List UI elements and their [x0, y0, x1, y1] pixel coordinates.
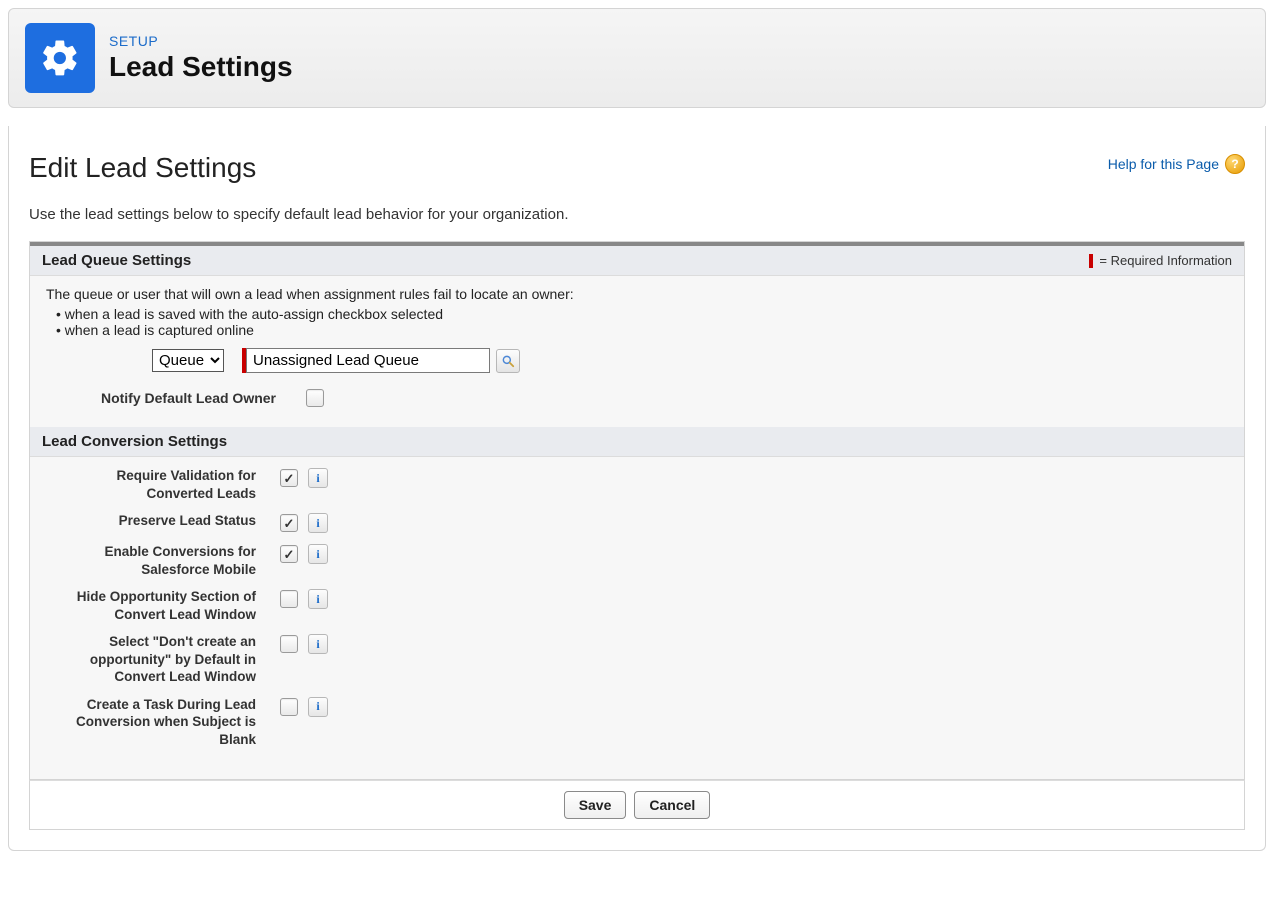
conversion-label: Hide Opportunity Section of Convert Lead…	[46, 588, 280, 623]
conversion-controls: i	[280, 543, 328, 564]
conversion-label: Enable Conversions for Salesforce Mobile	[46, 543, 280, 578]
conversion-row: Enable Conversions for Salesforce Mobile…	[46, 543, 1228, 578]
queue-section-header: Lead Queue Settings = Required Informati…	[30, 246, 1244, 276]
conversion-checkbox[interactable]	[280, 469, 298, 487]
notify-checkbox[interactable]	[306, 389, 324, 407]
owner-type-select[interactable]: Queue	[152, 349, 224, 372]
header-title: Lead Settings	[109, 51, 293, 83]
conversion-row: Preserve Lead Status i	[46, 512, 1228, 533]
notify-row: Notify Default Lead Owner	[46, 389, 1228, 407]
conversion-section-body: Require Validation for Converted LeadsiP…	[30, 457, 1244, 779]
gear-icon	[25, 23, 95, 93]
queue-section-body: The queue or user that will own a lead w…	[30, 276, 1244, 427]
info-button[interactable]: i	[308, 697, 328, 717]
conversion-checkbox[interactable]	[280, 590, 298, 608]
info-button[interactable]: i	[308, 634, 328, 654]
conversion-controls: i	[280, 633, 328, 654]
queue-bullet-2: • when a lead is captured online	[56, 322, 1228, 338]
cancel-button[interactable]: Cancel	[634, 791, 710, 819]
conversion-row: Hide Opportunity Section of Convert Lead…	[46, 588, 1228, 623]
help-link[interactable]: Help for this Page ?	[1108, 154, 1245, 174]
settings-sections: Lead Queue Settings = Required Informati…	[29, 241, 1245, 780]
help-link-label: Help for this Page	[1108, 156, 1219, 172]
conversion-label: Create a Task During Lead Conversion whe…	[46, 696, 280, 749]
info-icon: i	[316, 516, 319, 531]
queue-section-title: Lead Queue Settings	[42, 252, 191, 269]
conversion-label: Require Validation for Converted Leads	[46, 467, 280, 502]
conversion-section-header: Lead Conversion Settings	[30, 427, 1244, 457]
required-legend-text: = Required Information	[1099, 253, 1232, 268]
info-icon: i	[316, 547, 319, 562]
conversion-checkbox[interactable]	[280, 514, 298, 532]
conversion-row: Require Validation for Converted Leads i	[46, 467, 1228, 502]
conversion-controls: i	[280, 467, 328, 488]
owner-name-input[interactable]	[246, 348, 490, 373]
conversion-controls: i	[280, 512, 328, 533]
page-title: Edit Lead Settings	[29, 152, 256, 184]
info-button[interactable]: i	[308, 468, 328, 488]
conversion-controls: i	[280, 696, 328, 717]
queue-bullet-1: • when a lead is saved with the auto-ass…	[56, 306, 1228, 322]
conversion-checkbox[interactable]	[280, 635, 298, 653]
page-title-row: Edit Lead Settings Help for this Page ?	[29, 144, 1245, 194]
info-button[interactable]: i	[308, 589, 328, 609]
owner-input-wrap	[242, 348, 520, 373]
conversion-label: Preserve Lead Status	[46, 512, 280, 530]
info-icon: i	[316, 699, 319, 714]
footer-actions: Save Cancel	[29, 780, 1245, 830]
info-icon: i	[316, 592, 319, 607]
conversion-section-title: Lead Conversion Settings	[42, 433, 227, 450]
required-bar-icon	[1089, 254, 1093, 268]
info-button[interactable]: i	[308, 544, 328, 564]
conversion-row: Create a Task During Lead Conversion whe…	[46, 696, 1228, 749]
conversion-controls: i	[280, 588, 328, 609]
conversion-row: Select "Don't create an opportunity" by …	[46, 633, 1228, 686]
save-button[interactable]: Save	[564, 791, 627, 819]
conversion-label: Select "Don't create an opportunity" by …	[46, 633, 280, 686]
required-legend: = Required Information	[1089, 253, 1232, 268]
info-button[interactable]: i	[308, 513, 328, 533]
owner-lookup-button[interactable]	[496, 349, 520, 373]
info-icon: i	[316, 471, 319, 486]
conversion-checkbox[interactable]	[280, 545, 298, 563]
header-eyebrow: SETUP	[109, 33, 293, 49]
page-description: Use the lead settings below to specify d…	[29, 206, 1245, 223]
main-card: Edit Lead Settings Help for this Page ? …	[8, 126, 1266, 851]
search-icon	[501, 354, 515, 368]
owner-input-container	[242, 348, 490, 373]
page-header-card: SETUP Lead Settings	[8, 8, 1266, 108]
header-text: SETUP Lead Settings	[109, 33, 293, 83]
queue-desc: The queue or user that will own a lead w…	[46, 286, 1228, 302]
help-icon: ?	[1225, 154, 1245, 174]
queue-owner-row: Queue	[152, 348, 1228, 373]
conversion-checkbox[interactable]	[280, 698, 298, 716]
notify-label: Notify Default Lead Owner	[46, 390, 276, 406]
info-icon: i	[316, 637, 319, 652]
